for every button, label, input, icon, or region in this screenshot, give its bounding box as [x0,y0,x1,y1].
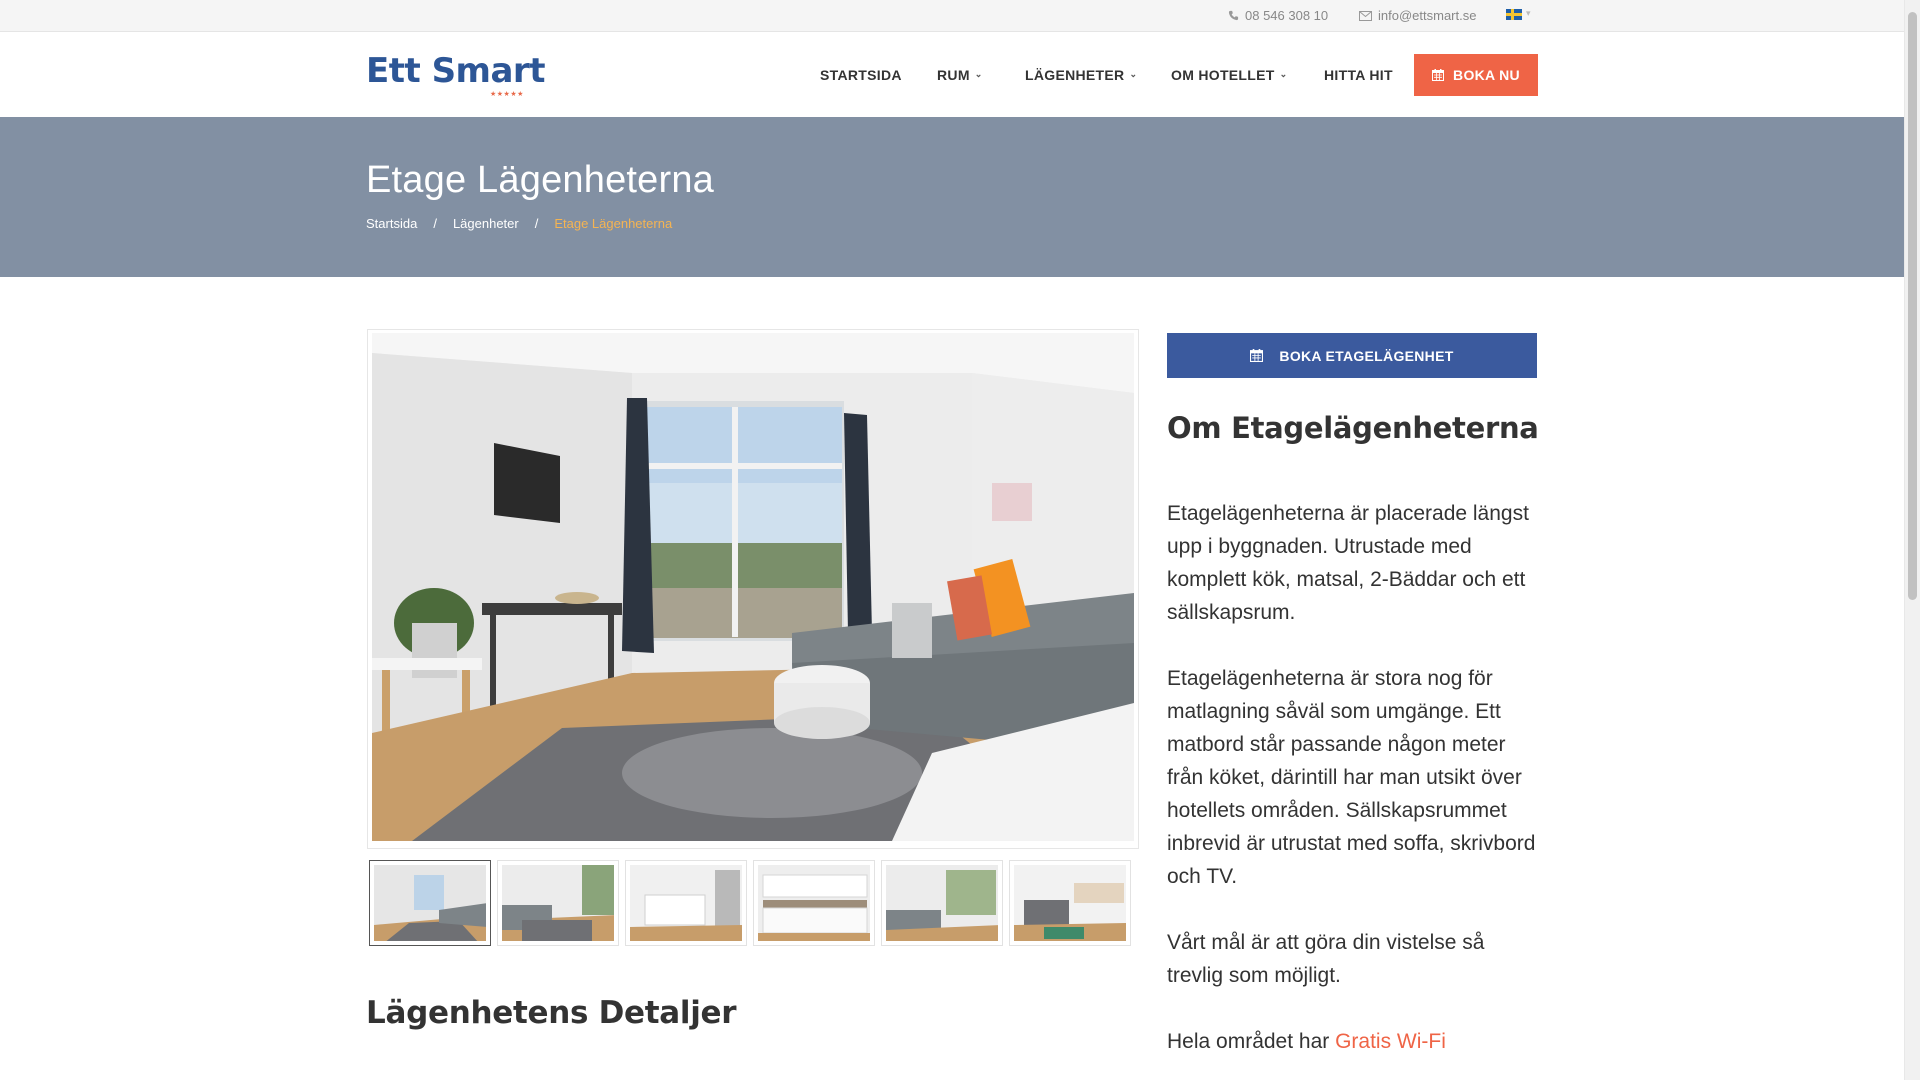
book-apartment-label: BOKA ETAGELÄGENHET [1279,347,1454,364]
top-bar: 08 546 308 10 info@ettsmart.se ▾ [0,0,1904,32]
scrollbar-thumb[interactable] [1908,12,1917,600]
nav-item-hitta-hit[interactable]: HITTA HIT [1324,32,1393,117]
breadcrumb-separator: / [433,216,437,231]
wifi-line: Hela området har Gratis Wi-Fi [1167,1025,1539,1058]
nav-item-startsida[interactable]: STARTSIDA [820,32,902,117]
swedish-flag-icon[interactable] [1506,9,1522,20]
chevron-down-icon: ⌄ [1129,69,1138,79]
thumbnail-image [630,865,742,941]
gallery-thumbnail[interactable] [369,860,491,946]
calendar-icon [1432,69,1445,81]
nav-item-om-hotellet[interactable]: OM HOTELLET ⌄ [1171,32,1287,117]
thumbnail-image [758,865,870,941]
page-title: Etage Lägenheterna [366,159,715,201]
gallery-thumbnail[interactable] [1009,860,1131,946]
wifi-link[interactable]: Gratis Wi-Fi [1335,1030,1446,1053]
nav-label: HITTA HIT [1324,66,1393,83]
gallery-main [367,329,1139,849]
gallery-thumbnail[interactable] [753,860,875,946]
logo-stars: ★★★★★ [490,91,524,98]
chevron-down-icon: ⌄ [1279,69,1288,79]
nav-label: STARTSIDA [820,66,902,83]
nav-label: LÄGENHETER [1025,66,1125,83]
apartment-photo[interactable] [372,333,1134,841]
phone-contact[interactable]: 08 546 308 10 [1228,0,1328,31]
nav-item-lagenheter[interactable]: LÄGENHETER ⌄ [1025,32,1137,117]
gallery-thumbnail[interactable] [625,860,747,946]
logo-text: Ett Smart [366,51,545,91]
about-heading: Om Etagelägenheterna [1167,411,1539,445]
details-heading: Lägenhetens Detaljer [366,995,737,1031]
breadcrumb-home[interactable]: Startsida [366,216,417,231]
book-now-label: BOKA NU [1453,67,1520,83]
about-text: Etagelägenheterna är placerade längst up… [1167,497,1539,1091]
phone-number: 08 546 308 10 [1245,8,1329,23]
wifi-prefix: Hela området har [1167,1030,1330,1053]
about-paragraph: Vårt mål är att göra din vistelse så tre… [1167,931,1485,987]
book-now-button[interactable]: BOKA NU [1414,54,1538,96]
thumbnail-image [1014,865,1126,941]
breadcrumb: Startsida / Lägenheter / Etage Lägenhete… [366,216,672,231]
page-title-banner: Etage Lägenheterna Startsida / Lägenhete… [0,117,1904,277]
site-header: Ett Smart ★★★★★ STARTSIDA RUM ⌄ LÄGENHET… [0,32,1904,117]
email-address: info@ettsmart.se [1378,8,1477,23]
about-paragraph: Etagelägenheterna är placerade längst up… [1167,502,1529,624]
chevron-down-icon: ⌄ [974,69,983,79]
breadcrumb-current: Etage Lägenheterna [554,216,673,231]
nav-item-rum[interactable]: RUM ⌄ [937,32,983,117]
nav-label: RUM [937,66,970,83]
phone-icon [1228,10,1239,21]
breadcrumb-lagenheter[interactable]: Lägenheter [453,216,519,231]
calendar-icon [1250,349,1264,362]
page-scrollbar[interactable] [1904,0,1920,1080]
chevron-down-icon[interactable]: ▾ [1526,8,1531,19]
gallery-thumbnail[interactable] [881,860,1003,946]
book-apartment-button[interactable]: BOKA ETAGELÄGENHET [1167,333,1537,378]
living-room-illustration [372,333,1134,841]
nav-label: OM HOTELLET [1171,66,1275,83]
about-paragraph: Etagelägenheterna är stora nog för matla… [1167,667,1536,888]
gallery-thumbnails [367,860,1137,948]
gallery-thumbnail[interactable] [497,860,619,946]
site-logo[interactable]: Ett Smart ★★★★★ [366,51,545,98]
thumbnail-image [374,865,486,941]
breadcrumb-separator: / [534,216,539,231]
email-contact[interactable]: info@ettsmart.se [1359,0,1476,31]
envelope-icon [1359,10,1372,21]
thumbnail-image [886,865,998,941]
thumbnail-image [502,865,614,941]
